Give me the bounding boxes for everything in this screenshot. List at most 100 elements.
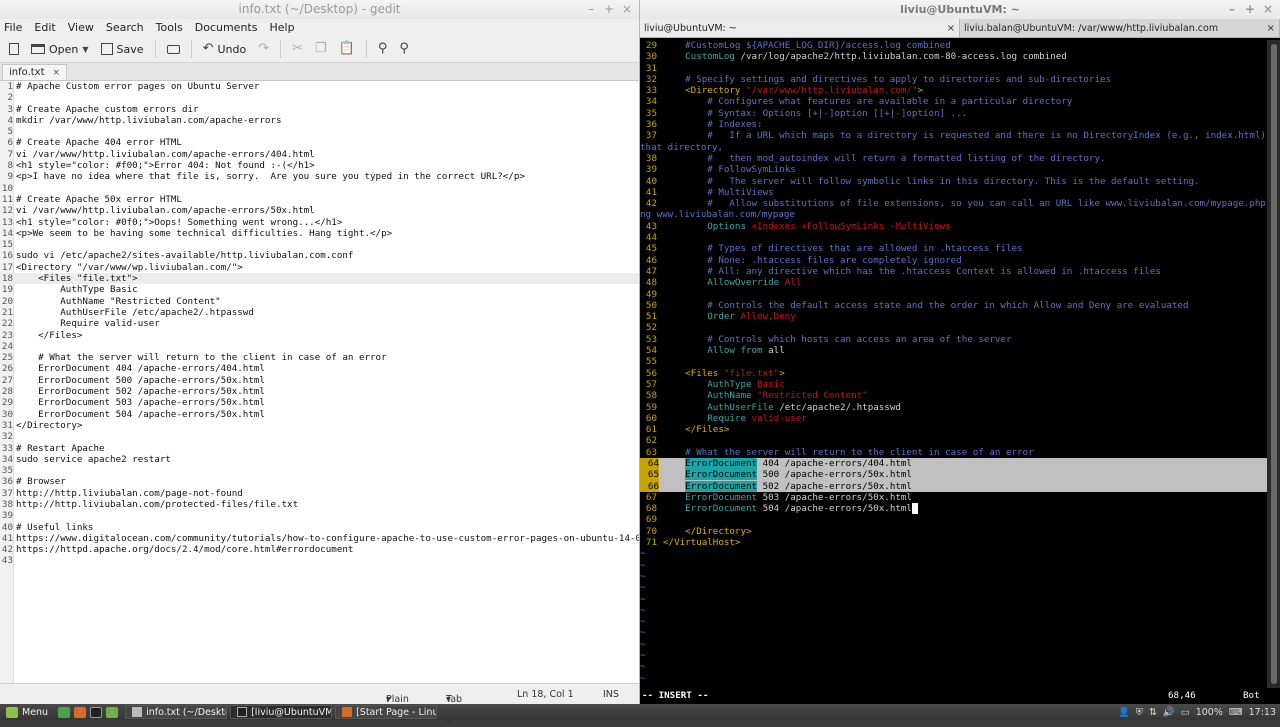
editor-line[interactable]: 31 </Directory> bbox=[0, 420, 639, 431]
keyboard-icon[interactable]: ⌨ bbox=[1229, 707, 1243, 718]
editor-line[interactable]: 17 <Directory "/var/www/wp.liviubalan.com… bbox=[0, 262, 639, 273]
editor-line[interactable]: 5 bbox=[0, 126, 639, 137]
battery-icon[interactable]: ▭ bbox=[1181, 707, 1190, 718]
editor-line[interactable]: 8 <h1 style="color: #f00;">Error 404: Not… bbox=[0, 160, 639, 171]
find-replace-button[interactable]: ⚲ bbox=[394, 38, 414, 60]
editor-line[interactable]: 4 mkdir /var/www/http.liviubalan.com/apac… bbox=[0, 115, 639, 126]
start-menu-button[interactable]: Menu bbox=[0, 704, 54, 720]
paste-button[interactable]: 📋 bbox=[334, 38, 360, 60]
vim-buffer[interactable]: 29 #CustomLog ${APACHE_LOG_DIR}/access.l… bbox=[640, 40, 1267, 688]
close-button[interactable]: × bbox=[621, 0, 633, 19]
editor-line[interactable]: 26 ErrorDocument 404 /apache-errors/404.… bbox=[0, 363, 639, 374]
tab-info-txt[interactable]: info.txt × bbox=[2, 64, 68, 80]
close-button[interactable]: × bbox=[1262, 0, 1274, 19]
editor-line[interactable]: 10 bbox=[0, 183, 639, 194]
editor-line[interactable]: 35 bbox=[0, 465, 639, 476]
copy-button[interactable]: ❐ bbox=[310, 38, 332, 60]
minimize-button[interactable]: – bbox=[1226, 0, 1238, 19]
menu-view[interactable]: View bbox=[68, 21, 94, 34]
editor-line[interactable]: 20 AuthName "Restricted Content" bbox=[0, 296, 639, 307]
menu-search[interactable]: Search bbox=[106, 21, 144, 34]
volume-icon[interactable]: 🔊 bbox=[1163, 707, 1175, 718]
find-button[interactable]: ⚲ bbox=[373, 38, 393, 60]
close-icon[interactable]: × bbox=[53, 68, 61, 78]
text-editor[interactable]: 1 # Apache Custom error pages on Ubuntu S… bbox=[0, 81, 639, 683]
editor-line[interactable]: 12 vi /var/www/http.liviubalan.com/apache… bbox=[0, 205, 639, 216]
undo-button[interactable]: ↶ Undo bbox=[198, 38, 252, 60]
editor-line[interactable]: 14 <p>We seem to be having some technical… bbox=[0, 228, 639, 239]
editor-line[interactable]: 32 bbox=[0, 431, 639, 442]
editor-line[interactable]: 13 <h1 style="color: #0f0;">Oops! Somethi… bbox=[0, 217, 639, 228]
editor-line[interactable]: 22 Require valid-user bbox=[0, 318, 639, 329]
editor-line[interactable]: 30 ErrorDocument 504 /apache-errors/50x.… bbox=[0, 409, 639, 420]
editor-line[interactable]: 43 bbox=[0, 555, 639, 566]
save-button[interactable]: Save bbox=[96, 38, 149, 60]
close-icon[interactable]: × bbox=[947, 23, 955, 34]
open-button[interactable]: Open ▼ bbox=[26, 38, 94, 60]
shield-icon[interactable]: ⛨ bbox=[1136, 707, 1143, 718]
minimize-button[interactable]: – bbox=[585, 0, 597, 19]
menu-help[interactable]: Help bbox=[269, 21, 294, 34]
editor-line[interactable]: 28 ErrorDocument 502 /apache-errors/50x.… bbox=[0, 386, 639, 397]
editor-line[interactable]: 27 ErrorDocument 500 /apache-errors/50x.… bbox=[0, 375, 639, 386]
vim-mode: -- INSERT -- bbox=[642, 690, 709, 701]
editor-line[interactable]: 2 bbox=[0, 92, 639, 103]
clock[interactable]: 17:13 bbox=[1249, 707, 1276, 718]
editor-line[interactable]: 29 ErrorDocument 503 /apache-errors/50x.… bbox=[0, 397, 639, 408]
line-text: Require valid-user bbox=[16, 318, 160, 330]
editor-line[interactable]: 6 # Create Apache 404 error HTML bbox=[0, 137, 639, 148]
cut-button[interactable]: ✂ bbox=[287, 38, 308, 60]
terminal-tab-1[interactable]: liviu@UbuntuVM: ~ × bbox=[640, 19, 960, 37]
firefox-icon[interactable] bbox=[74, 706, 87, 718]
maximize-button[interactable]: + bbox=[1244, 0, 1256, 19]
editor-line[interactable]: 36 # Browser bbox=[0, 476, 639, 487]
line-number: 34 bbox=[1, 453, 13, 465]
line-number: 7 bbox=[7, 148, 13, 160]
taskbar-window-terminal[interactable]: [liviu@UbuntuVM: ~ bbox=[230, 705, 333, 719]
editor-line[interactable]: 15 bbox=[0, 239, 639, 250]
network-icon[interactable]: ⇅ bbox=[1149, 707, 1157, 718]
print-button[interactable] bbox=[162, 38, 185, 60]
close-icon[interactable]: × bbox=[1267, 23, 1275, 34]
menu-tools[interactable]: Tools bbox=[156, 21, 183, 34]
user-icon[interactable]: 👤 bbox=[1118, 707, 1130, 718]
editor-line[interactable]: 42 https://httpd.apache.org/docs/2.4/mod/… bbox=[0, 544, 639, 555]
dropdown-arrow-icon[interactable]: ▼ bbox=[82, 45, 88, 54]
editor-line[interactable]: 33 # Restart Apache bbox=[0, 443, 639, 454]
line-text: <p>We seem to be having some technical d… bbox=[16, 227, 393, 239]
line-number: 27 bbox=[1, 374, 13, 386]
menu-documents[interactable]: Documents bbox=[195, 21, 258, 34]
editor-line[interactable]: 18 <Files "file.txt"> bbox=[0, 273, 639, 285]
terminal-scrollbar[interactable] bbox=[1267, 40, 1280, 688]
terminal-tab-2[interactable]: liviu.balan@UbuntuVM: /var/www/http.livi… bbox=[960, 19, 1280, 37]
taskbar-window-gedit[interactable]: info.txt (~/Desktop) ... bbox=[125, 705, 228, 719]
redo-button[interactable]: ↷ bbox=[253, 38, 274, 60]
menu-edit[interactable]: Edit bbox=[34, 21, 55, 34]
editor-line[interactable]: 11 # Create Apache 50x error HTML bbox=[0, 194, 639, 205]
editor-line[interactable]: 23 </Files> bbox=[0, 330, 639, 341]
editor-line[interactable]: 21 AuthUserFile /etc/apache2/.htpasswd bbox=[0, 307, 639, 318]
editor-line[interactable]: 25 # What the server will return to the … bbox=[0, 352, 639, 363]
editor-line[interactable]: 24 bbox=[0, 341, 639, 352]
editor-line[interactable]: 34 sudo service apache2 restart bbox=[0, 454, 639, 465]
files-icon[interactable] bbox=[106, 706, 119, 718]
editor-line[interactable]: 41 https://www.digitalocean.com/community… bbox=[0, 533, 639, 544]
line-text: ErrorDocument 500 /apache-errors/50x.htm… bbox=[16, 374, 265, 386]
maximize-button[interactable]: + bbox=[603, 0, 615, 19]
new-button[interactable] bbox=[4, 38, 24, 60]
editor-line[interactable]: 40 # Useful links bbox=[0, 522, 639, 533]
editor-line[interactable]: 7 vi /var/www/http.liviubalan.com/apache-… bbox=[0, 149, 639, 160]
editor-line[interactable]: 16 sudo vi /etc/apache2/sites-available/h… bbox=[0, 250, 639, 261]
editor-line[interactable]: 9 <p>I have no idea where that file is, s… bbox=[0, 171, 639, 182]
editor-line[interactable]: 38 http://http.liviubalan.com/protected-f… bbox=[0, 499, 639, 510]
terminal-icon[interactable] bbox=[90, 706, 103, 718]
editor-line[interactable]: 19 AuthType Basic bbox=[0, 284, 639, 295]
editor-line[interactable]: 3 # Create Apache custom errors dir bbox=[0, 104, 639, 115]
editor-line[interactable]: 37 http://http.liviubalan.com/page-not-fo… bbox=[0, 488, 639, 499]
menu-file[interactable]: File bbox=[4, 21, 22, 34]
line-number: 25 bbox=[1, 352, 13, 364]
show-desktop-icon[interactable] bbox=[58, 706, 71, 718]
editor-line[interactable]: 1 # Apache Custom error pages on Ubuntu S… bbox=[0, 81, 639, 92]
editor-line[interactable]: 39 bbox=[0, 510, 639, 521]
taskbar-window-browser[interactable]: [Start Page - Linux Mi... bbox=[335, 705, 438, 719]
